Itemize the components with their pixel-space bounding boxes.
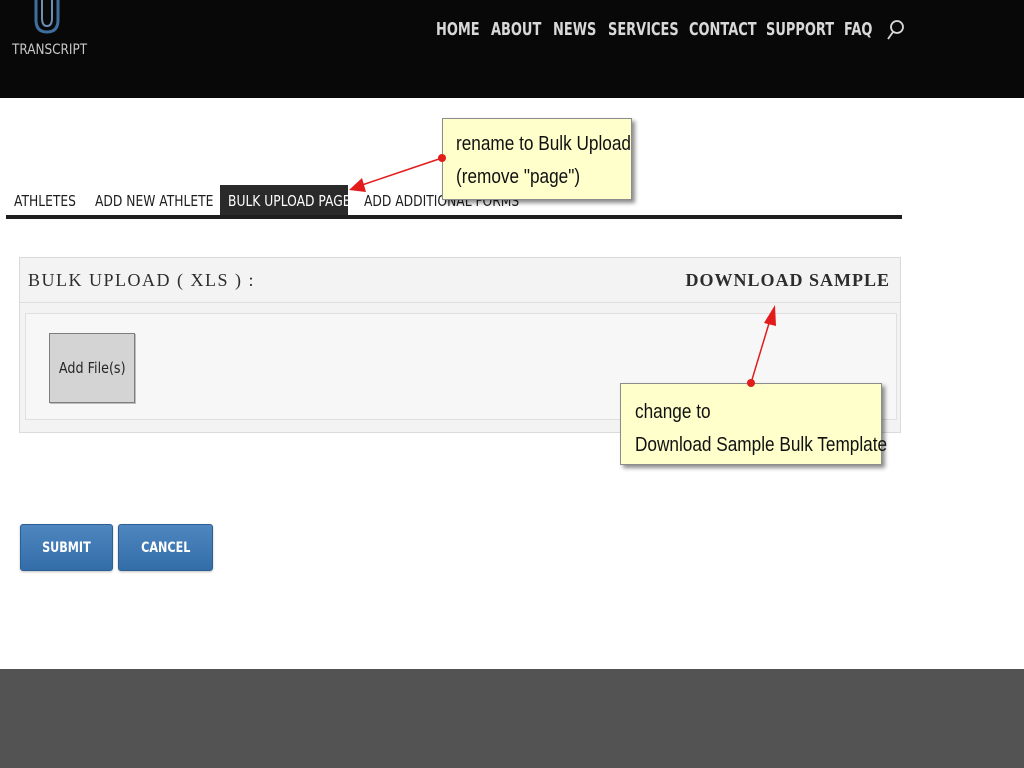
annotation-note-rename: rename to Bulk Upload (remove "page") [442, 118, 632, 200]
tab-label: BULK UPLOAD PAGE [228, 192, 351, 210]
main-nav: HOME ABOUT NEWS SERVICES CONTACT SUPPORT… [436, 18, 884, 42]
nav-item-news: NEWS [553, 18, 608, 42]
add-files-button[interactable]: Add File(s) [49, 333, 135, 403]
annotation-note-download: change to Download Sample Bulk Template [620, 383, 888, 465]
add-files-label: Add File(s) [58, 359, 126, 377]
nav-item-faq: FAQ [844, 18, 884, 42]
nav-link-faq[interactable]: FAQ [844, 18, 872, 42]
logo-text: TRANSCRIPT [12, 42, 88, 58]
nav-link-news[interactable]: NEWS [553, 18, 596, 42]
tab-add-new-athlete[interactable]: ADD NEW ATHLETE [87, 185, 217, 216]
nav-link-home[interactable]: HOME [436, 18, 480, 42]
nav-link-about[interactable]: ABOUT [491, 18, 541, 42]
tab-label: ATHLETES [14, 192, 76, 210]
submit-button[interactable]: SUBMIT [20, 524, 113, 571]
panel-divider [20, 302, 900, 303]
nav-link-services[interactable]: SERVICES [608, 18, 679, 42]
annotation-line: (remove "page") [456, 166, 581, 188]
cancel-label: CANCEL [140, 539, 191, 556]
annotation-line: change to [635, 401, 711, 423]
nav-link-contact[interactable]: CONTACT [689, 18, 757, 42]
nav-item-support: SUPPORT [766, 18, 844, 42]
search-button[interactable] [886, 18, 906, 42]
submit-label: SUBMIT [42, 539, 91, 556]
tab-label: ADD NEW ATHLETE [95, 192, 214, 210]
site-footer [0, 669, 1024, 768]
nav-item-services: SERVICES [608, 18, 689, 42]
logo-mark-icon [34, 0, 60, 34]
nav-link-support[interactable]: SUPPORT [766, 18, 834, 42]
tab-bulk-upload-page[interactable]: BULK UPLOAD PAGE [220, 185, 351, 216]
nav-item-contact: CONTACT [689, 18, 766, 42]
download-sample-link[interactable]: DOWNLOAD SAMPLE [685, 270, 890, 291]
annotation-line: Download Sample Bulk Template [635, 434, 888, 456]
nav-item-home: HOME [436, 18, 491, 42]
site-header: TRANSCRIPT HOME ABOUT NEWS SERVICES CONT… [0, 0, 1024, 98]
search-icon [887, 20, 904, 40]
tab-athletes[interactable]: ATHLETES [6, 185, 86, 216]
tab-bar-underline [6, 215, 902, 219]
site-logo[interactable]: TRANSCRIPT [10, 0, 87, 64]
annotation-line: rename to Bulk Upload [456, 133, 631, 155]
nav-item-about: ABOUT [491, 18, 553, 42]
panel-title: BULK UPLOAD ( XLS ) : [28, 270, 255, 290]
cancel-button[interactable]: CANCEL [118, 524, 213, 571]
